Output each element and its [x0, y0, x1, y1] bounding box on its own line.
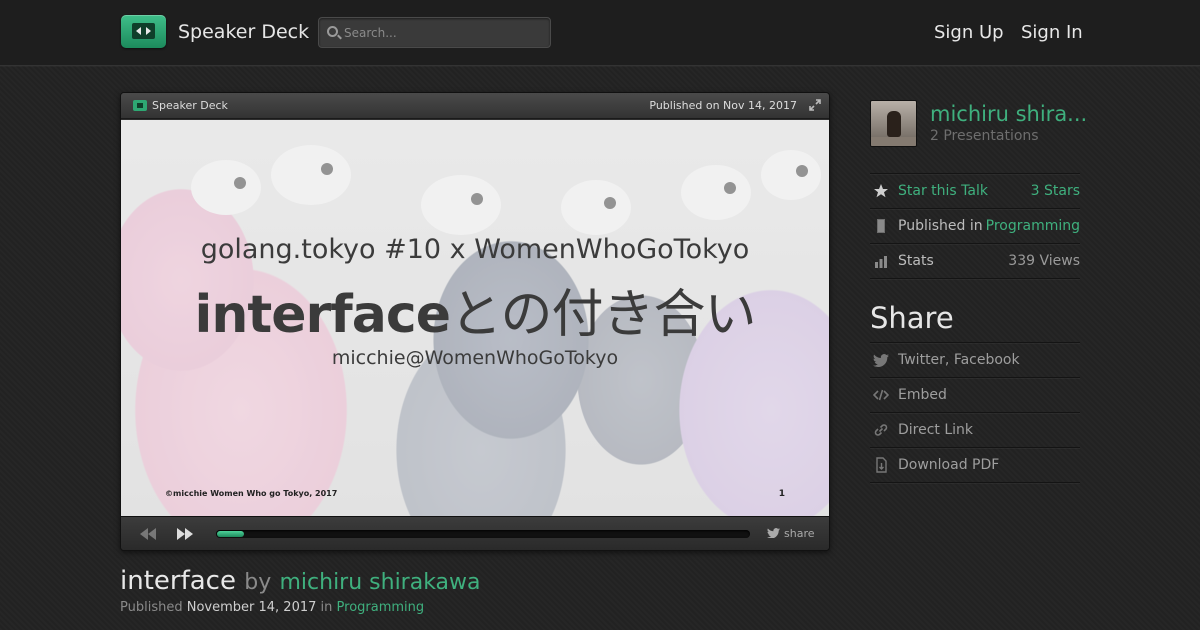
- published-date: Published on Nov 14, 2017: [649, 99, 797, 112]
- published-in-row: Published in Programming: [870, 208, 1080, 243]
- category-link[interactable]: Programming: [337, 600, 425, 615]
- share-direct-link-label[interactable]: Direct Link: [898, 422, 973, 438]
- download-pdf-icon: [876, 457, 887, 473]
- stats-row: Stats 339 Views: [870, 243, 1080, 278]
- stats-label: Stats: [898, 253, 934, 269]
- player-share-label: share: [784, 527, 815, 540]
- slide-subtitle: golang.tokyo #10 x WomenWhoGoTokyo: [200, 234, 750, 265]
- talk-title: interface by michiru shirakawa: [120, 566, 481, 596]
- slide-title: interfaceとの付き合い: [121, 272, 829, 347]
- twitter-bird-icon: [873, 354, 889, 368]
- share-twitter-facebook[interactable]: Twitter, Facebook: [870, 342, 1080, 377]
- search-icon: [327, 26, 338, 37]
- star-icon: [874, 184, 888, 198]
- talk-by-label: by: [244, 570, 272, 595]
- share-twitter-facebook-label[interactable]: Twitter, Facebook: [898, 352, 1020, 368]
- slide-player: Speaker Deck Published on Nov 14, 2017 g…: [120, 92, 830, 551]
- share-download-pdf-label[interactable]: Download PDF: [898, 457, 999, 473]
- search-box: [318, 17, 551, 48]
- player-controls: share: [121, 516, 829, 550]
- talk-title-text: interface: [120, 566, 236, 596]
- player-header: Speaker Deck Published on Nov 14, 2017: [121, 93, 829, 119]
- slide-author: micchie@WomenWhoGoTokyo: [331, 347, 619, 369]
- slide-image[interactable]: golang.tokyo #10 x WomenWhoGoTokyo inter…: [121, 120, 829, 516]
- slide-copyright: ©micchie Women Who go Tokyo, 2017: [165, 489, 338, 498]
- link-icon: [874, 424, 888, 436]
- published-label: Published: [120, 600, 183, 615]
- talk-meta: Published November 14, 2017 in Programmi…: [120, 600, 424, 615]
- sign-up-link[interactable]: Sign Up: [934, 22, 1004, 43]
- search-input[interactable]: [344, 23, 544, 43]
- twitter-bird-icon: [767, 528, 780, 538]
- bar-chart-icon: [875, 256, 887, 268]
- speakerdeck-logo-icon[interactable]: [121, 15, 166, 48]
- slide-title-en: interface: [194, 285, 451, 345]
- top-navbar: Speaker Deck Sign Up Sign In: [0, 0, 1200, 66]
- sign-in-link[interactable]: Sign In: [1021, 22, 1083, 43]
- player-share-button[interactable]: share: [767, 527, 815, 540]
- sidebar-author-link[interactable]: michiru shira...: [930, 102, 1087, 126]
- player-brand[interactable]: Speaker Deck: [152, 99, 228, 112]
- code-icon: [873, 389, 889, 401]
- published-in-label: Published in: [898, 218, 983, 234]
- share-heading: Share: [870, 301, 954, 335]
- divider: [870, 278, 1080, 280]
- slide-progress-fill: [217, 531, 244, 537]
- talk-author-link[interactable]: michiru shirakawa: [279, 570, 480, 595]
- speakerdeck-mini-logo-icon[interactable]: [133, 100, 147, 111]
- presentations-count: 2 Presentations: [930, 128, 1039, 144]
- avatar[interactable]: [870, 100, 917, 147]
- share-embed[interactable]: Embed: [870, 377, 1080, 412]
- bookmark-icon: [877, 219, 885, 233]
- share-download-pdf[interactable]: Download PDF: [870, 447, 1080, 482]
- next-slide-icon[interactable]: [177, 528, 193, 540]
- slide-title-jp: との付き合い: [449, 285, 756, 345]
- published-in-category-link[interactable]: Programming: [986, 218, 1080, 234]
- share-direct-link[interactable]: Direct Link: [870, 412, 1080, 447]
- in-label: in: [320, 600, 333, 615]
- fullscreen-icon[interactable]: [809, 99, 821, 111]
- slide-number: 1: [778, 489, 785, 499]
- divider: [870, 482, 1080, 484]
- star-talk-label[interactable]: Star this Talk: [898, 183, 988, 199]
- published-date-full: November 14, 2017: [186, 600, 317, 615]
- share-embed-label[interactable]: Embed: [898, 387, 947, 403]
- views-count: 339 Views: [1008, 253, 1080, 269]
- brand-link[interactable]: Speaker Deck: [178, 21, 309, 43]
- star-talk-row[interactable]: Star this Talk 3 Stars: [870, 173, 1080, 208]
- previous-slide-icon[interactable]: [140, 528, 156, 540]
- stars-count[interactable]: 3 Stars: [1031, 183, 1080, 199]
- slide-progress-bar[interactable]: [216, 530, 750, 538]
